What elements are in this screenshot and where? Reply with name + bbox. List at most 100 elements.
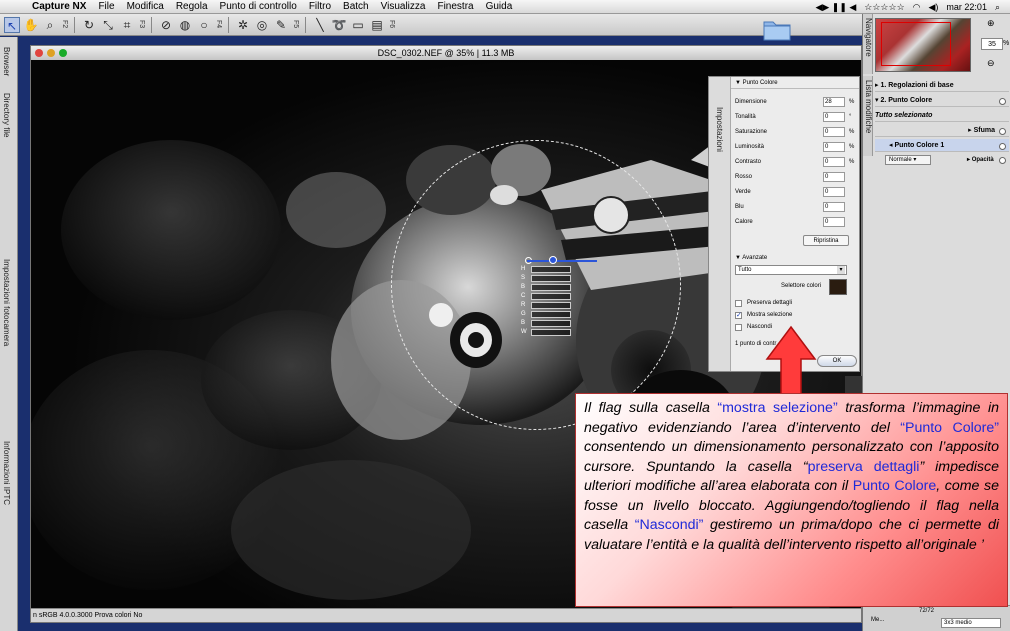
menu-app[interactable]: Capture NX [26,1,92,12]
auto-retouch-tool-icon[interactable]: ✎ [273,17,289,33]
black-point-tool-icon[interactable]: ⊘ [158,17,174,33]
edit-step-base[interactable]: ▸ 1. Regolazioni di base [875,79,1009,92]
zoom-icon[interactable] [59,49,67,57]
opacity-toggle[interactable]: ▸ Opacità [967,156,994,163]
sfuma-radio[interactable] [999,128,1006,135]
checkbox-box[interactable] [735,324,742,331]
cp-slider-c[interactable] [531,293,571,300]
cp-slider-s[interactable] [531,275,571,282]
blend-mode-value: Normale [889,157,912,163]
tab-impostazioni-fotocamera[interactable]: Impostazioni fotocamera [2,259,11,346]
param-value-input[interactable]: 0 [823,112,845,122]
cp-slider-b2[interactable] [531,320,571,327]
annotation-highlight: Punto Colore [852,478,937,494]
crop-tool-icon[interactable]: ⌗ [119,17,135,33]
direct-select-tool-icon[interactable]: ↖ [4,16,20,33]
advanced-section-toggle[interactable]: ▼ Avanzate [735,255,767,261]
hand-tool-icon[interactable]: ✋ [23,17,39,33]
tab-directory-file[interactable]: Directory file [2,93,11,137]
cp-slider-r[interactable] [531,302,571,309]
list-side-tab[interactable]: Lista modifiche [863,76,873,156]
menu-visualizza[interactable]: Visualizza [375,1,432,12]
cp-slider-b[interactable] [531,284,571,291]
param-value-input[interactable]: 0 [823,142,845,152]
marquee-tool-icon[interactable]: ▭ [350,17,366,33]
zoom-input[interactable]: 35 [981,38,1003,50]
menu-modifica[interactable]: Modifica [121,1,170,12]
zoom-unit: % [1003,40,1010,47]
menu-batch[interactable]: Batch [337,1,375,12]
param-value-input[interactable]: 0 [823,187,845,197]
edit-step-punto-colore[interactable]: ▾ 2. Punto Colore [875,94,1009,107]
control-point-size-slider[interactable] [527,260,597,262]
menu-file[interactable]: File [92,1,120,12]
cp-slider-h[interactable] [531,266,571,273]
param-value-input[interactable]: 0 [823,202,845,212]
document-title-bar[interactable]: DSC_0302.NEF @ 35% | 11.3 MB [31,46,861,60]
menu-finestra[interactable]: Finestra [431,1,479,12]
color-point-tool-icon[interactable]: ✲ [235,17,251,33]
minimize-icon[interactable] [47,49,55,57]
color-swatch[interactable] [829,279,847,295]
ok-button[interactable]: OK [817,355,857,367]
brush-tool-icon[interactable]: ╲ [312,17,328,33]
opacity-radio[interactable] [999,157,1006,164]
tab-navigatore[interactable]: Navigatore [864,18,873,57]
volume-icon[interactable]: ◀) [929,2,939,13]
channel-select[interactable]: Tutto ▾ [735,265,847,275]
tab-impostazioni[interactable]: Impostazioni [715,107,724,152]
white-point-tool-icon[interactable]: ○ [196,17,212,33]
zoom-out-icon[interactable]: ⊖ [987,58,995,69]
tab-browser[interactable]: Browser [2,47,11,76]
straighten-tool-icon[interactable]: ⤡ [100,17,116,33]
reset-button[interactable]: Ripristina [803,235,849,246]
annotation-callout: Il flag sulla casella “mostra selezione”… [575,393,1008,607]
sample-size-select[interactable]: 3x3 medio [941,618,1001,628]
menu-filtro[interactable]: Filtro [303,1,337,12]
annotation-highlight: “Nascondi” [634,517,704,533]
rotate-tool-icon[interactable]: ↻ [81,17,97,33]
cp-slider-g[interactable] [531,311,571,318]
cp-slider-w[interactable] [531,329,571,336]
fkey-label: F2 [61,20,68,29]
param-value-input[interactable]: 0 [823,217,845,227]
checkbox-label: Preserva dettagli [747,300,793,306]
param-value-input[interactable]: 0 [823,172,845,182]
sample-size-value: 3x3 medio [944,620,972,626]
zoom-in-icon[interactable]: ⊕ [987,18,995,29]
folder-icon[interactable] [762,16,792,42]
cp-letter: G [521,311,526,317]
step-enable-checkbox[interactable] [999,98,1006,105]
opacity-label: Opacità [971,157,994,163]
param-value-input[interactable]: 28 [823,97,845,107]
navigator-view-frame[interactable] [881,22,951,66]
navigator-side-tab[interactable]: Navigatore [863,14,873,74]
gradient-tool-icon[interactable]: ▤ [369,17,385,33]
wifi-icon[interactable]: ◠ [913,2,921,13]
control-point-row[interactable]: ◂ Punto Colore 1 [875,139,1009,152]
annotation-arrow-icon [765,325,817,395]
color-profile-status: n sRGB 4.0.0.3000 Prova colori No [33,612,143,619]
menu-clock[interactable]: mar 22:01 [946,2,987,12]
menu-regola[interactable]: Regola [170,1,214,12]
tab-lista-modifiche[interactable]: Lista modifiche [864,80,873,133]
param-value-input[interactable]: 0 [823,157,845,167]
neutral-point-tool-icon[interactable]: ◍ [177,17,193,33]
param-value-input[interactable]: 0 [823,127,845,137]
sfuma-row[interactable]: ▸ Sfuma [875,124,1009,137]
lasso-tool-icon[interactable]: ➰ [331,17,347,33]
checkbox-box[interactable] [735,300,742,307]
spotlight-icon[interactable]: ⌕ [995,2,1000,13]
red-eye-tool-icon[interactable]: ◎ [254,17,270,33]
checkbox-box-checked[interactable]: ✓ [735,312,742,319]
cp-enable-radio[interactable] [999,143,1006,150]
close-icon[interactable] [35,49,43,57]
tab-informazioni-iptc[interactable]: Informazioni IPTC [2,441,11,505]
blend-mode-select[interactable]: Normale ▾ [885,155,931,165]
media-controls-icon[interactable]: ◀▶ ❚❚ ◀ [815,2,856,13]
zoom-tool-icon[interactable]: ⌕ [42,17,58,33]
menu-punto-di-controllo[interactable]: Punto di controllo [214,1,303,12]
menu-guida[interactable]: Guida [480,1,519,12]
control-point-size-handle[interactable] [549,256,557,264]
panel-side-tab[interactable]: Impostazioni [709,77,731,371]
